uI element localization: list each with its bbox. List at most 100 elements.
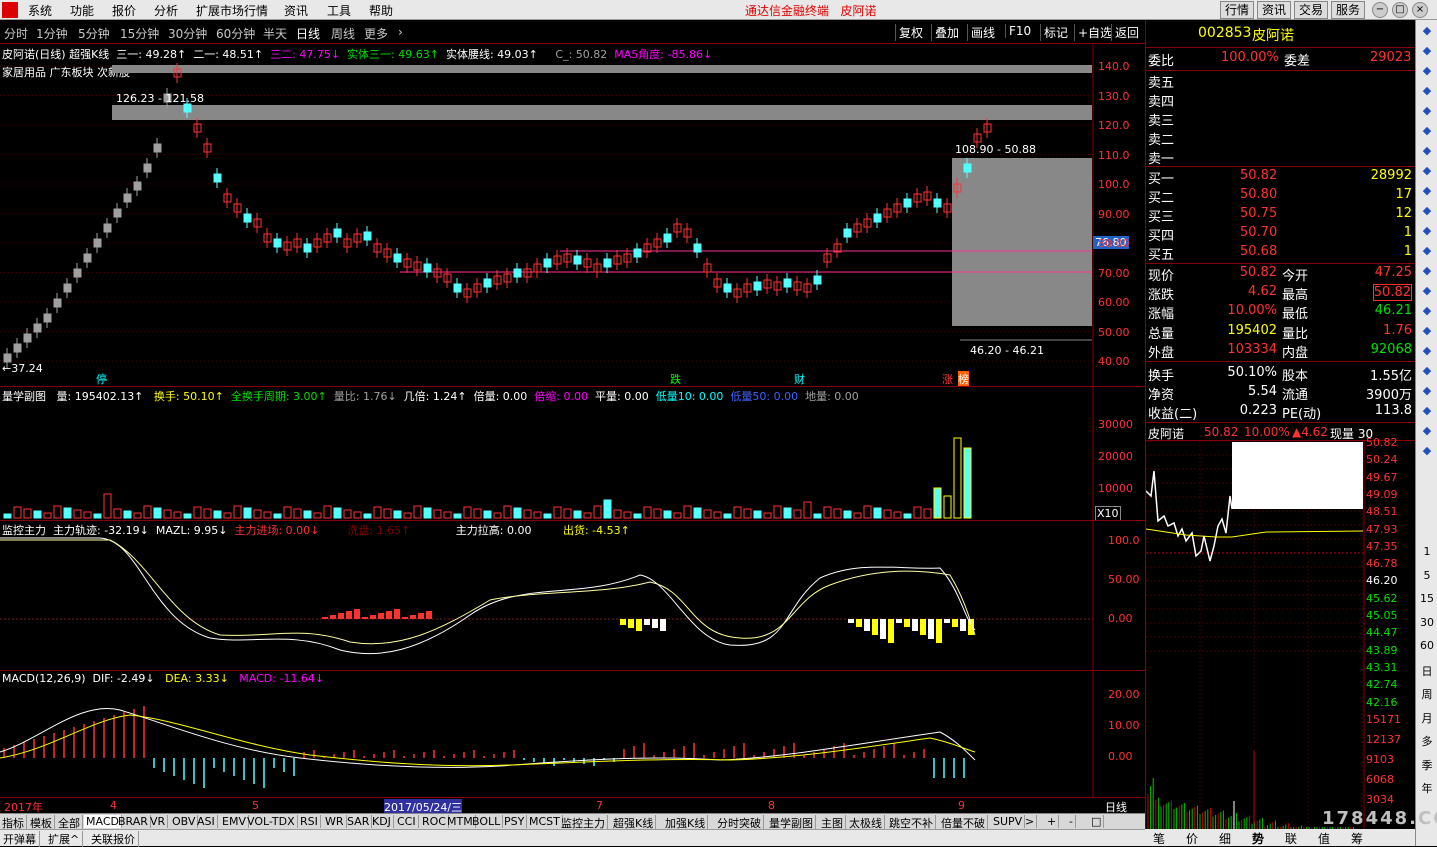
indicator-tab[interactable]: ASI [195, 815, 218, 828]
candle[interactable] [43, 313, 52, 323]
mini-tab[interactable]: 细 [1219, 830, 1231, 847]
candle[interactable] [813, 275, 822, 285]
indicator-tab[interactable]: VOL-TDX [245, 815, 298, 828]
sidebar-tool-icon[interactable]: ◆ [1416, 184, 1437, 197]
indicator-tab[interactable]: PSY [502, 815, 528, 828]
sidebar-tool-icon[interactable]: ◆ [1416, 104, 1437, 117]
menu-help[interactable]: 帮助 [369, 2, 393, 19]
period-daily[interactable]: 日线 [296, 25, 320, 42]
sidebar-tool-icon[interactable]: ◆ [1416, 204, 1437, 217]
candle[interactable] [113, 208, 122, 218]
indicator-tab[interactable]: VR [148, 815, 169, 828]
bid-row[interactable]: 买三 50.75 12 [1146, 206, 1416, 225]
bid-row[interactable]: 买一 50.82 28992 [1146, 168, 1416, 187]
candle[interactable] [723, 283, 732, 293]
candle[interactable] [483, 278, 492, 288]
candle[interactable] [753, 281, 762, 291]
sidebar-period[interactable]: 15 [1416, 592, 1437, 605]
mini-tab[interactable]: 联 [1285, 830, 1297, 847]
bid-row[interactable]: 买二 50.80 17 [1146, 187, 1416, 206]
candle[interactable] [23, 333, 32, 343]
sidebar-tool-icon[interactable]: ◆ [1416, 304, 1437, 317]
candle[interactable] [663, 233, 672, 243]
menu-quote[interactable]: 报价 [112, 2, 136, 19]
indicator-tab[interactable]: BRAR [116, 815, 151, 828]
service-button[interactable]: 服务 [1331, 1, 1366, 19]
candle[interactable] [543, 258, 552, 268]
candle[interactable] [103, 223, 112, 233]
event-mark[interactable]: 涨 [942, 371, 953, 387]
period-weekly[interactable]: 周线 [331, 25, 355, 42]
menu-news[interactable]: 资讯 [284, 2, 308, 19]
indicator-tab[interactable]: SAR [345, 815, 373, 828]
sidebar-period[interactable]: 1 [1416, 545, 1437, 558]
event-mark[interactable]: 跌 [670, 371, 681, 387]
candle[interactable] [73, 268, 82, 278]
sidebar-period[interactable]: 年 [1416, 780, 1437, 796]
candle[interactable] [273, 238, 282, 248]
indicator-tab[interactable]: > [1023, 815, 1038, 828]
candle[interactable] [573, 255, 582, 265]
candle[interactable] [303, 243, 312, 253]
candle[interactable] [33, 323, 42, 333]
candle[interactable] [213, 173, 222, 183]
indicator-tab[interactable]: SUPV [991, 815, 1026, 828]
monitor-chart[interactable] [0, 520, 1145, 670]
draw-line-button[interactable]: 画线 [967, 24, 998, 41]
sidebar-period[interactable]: 月 [1416, 710, 1437, 726]
mark-button[interactable]: 标记 [1040, 24, 1071, 41]
candle[interactable] [333, 228, 342, 238]
mini-tab[interactable]: 筹 [1351, 830, 1363, 847]
candle[interactable] [183, 103, 192, 113]
mini-tab[interactable]: 值 [1318, 830, 1330, 847]
sidebar-period[interactable]: 30 [1416, 616, 1437, 629]
trade-button[interactable]: 交易 [1294, 1, 1329, 19]
candle[interactable] [13, 343, 22, 353]
mini-tab[interactable]: 势 [1252, 830, 1264, 847]
maximize-icon[interactable]: □ [1392, 2, 1408, 18]
event-mark[interactable]: 榜 [958, 371, 969, 387]
period-minute[interactable]: 分时 [4, 25, 28, 42]
sidebar-tool-icon[interactable]: ◆ [1416, 344, 1437, 357]
period-1min[interactable]: 1分钟 [36, 25, 68, 42]
add-watchlist-button[interactable]: +自选 [1074, 24, 1115, 41]
period-5min[interactable]: 5分钟 [78, 25, 110, 42]
candle[interactable] [963, 163, 972, 173]
close-icon[interactable]: × [1412, 2, 1428, 18]
candle[interactable] [633, 248, 642, 258]
bid-row[interactable]: 买五 50.68 1 [1146, 244, 1416, 263]
sidebar-tool-icon[interactable]: ◆ [1416, 404, 1437, 417]
period-15min[interactable]: 15分钟 [120, 25, 159, 42]
period-30min[interactable]: 30分钟 [168, 25, 207, 42]
candle[interactable] [3, 353, 12, 363]
candle[interactable] [123, 193, 132, 203]
candle[interactable] [153, 143, 162, 153]
f10-button[interactable]: F10 [1005, 24, 1034, 38]
toggle-danmaku-button[interactable]: 开弹幕 [0, 831, 40, 847]
sidebar-tool-icon[interactable]: ◆ [1416, 444, 1437, 457]
candle[interactable] [513, 268, 522, 278]
sidebar-period[interactable]: 日 [1416, 663, 1437, 679]
sidebar-tool-icon[interactable]: ◆ [1416, 64, 1437, 77]
mini-tab[interactable]: 价 [1186, 830, 1198, 847]
menu-analysis[interactable]: 分析 [154, 2, 178, 19]
sidebar-tool-icon[interactable]: ◆ [1416, 244, 1437, 257]
candle[interactable] [53, 298, 62, 308]
indicator-tab[interactable]: - [1067, 815, 1076, 828]
macd-chart[interactable] [0, 670, 1145, 797]
indicator-tab[interactable]: WR [323, 815, 347, 828]
sidebar-period[interactable]: 5 [1416, 569, 1437, 582]
candle[interactable] [393, 253, 402, 263]
menu-extended-market[interactable]: 扩展市场行情 [196, 2, 268, 19]
back-button[interactable]: 返回 [1111, 24, 1142, 41]
period-more[interactable]: 更多 [364, 25, 388, 42]
indicator-tab[interactable]: RSI [298, 815, 321, 828]
sidebar-tool-icon[interactable]: ◆ [1416, 364, 1437, 377]
sidebar-tool-icon[interactable]: ◆ [1416, 84, 1437, 97]
candle[interactable] [93, 238, 102, 248]
candle[interactable] [843, 228, 852, 238]
bid-row[interactable]: 买四 50.70 1 [1146, 225, 1416, 244]
candle[interactable] [133, 181, 142, 191]
candle[interactable] [933, 198, 942, 208]
volume-chart[interactable] [0, 386, 1145, 520]
